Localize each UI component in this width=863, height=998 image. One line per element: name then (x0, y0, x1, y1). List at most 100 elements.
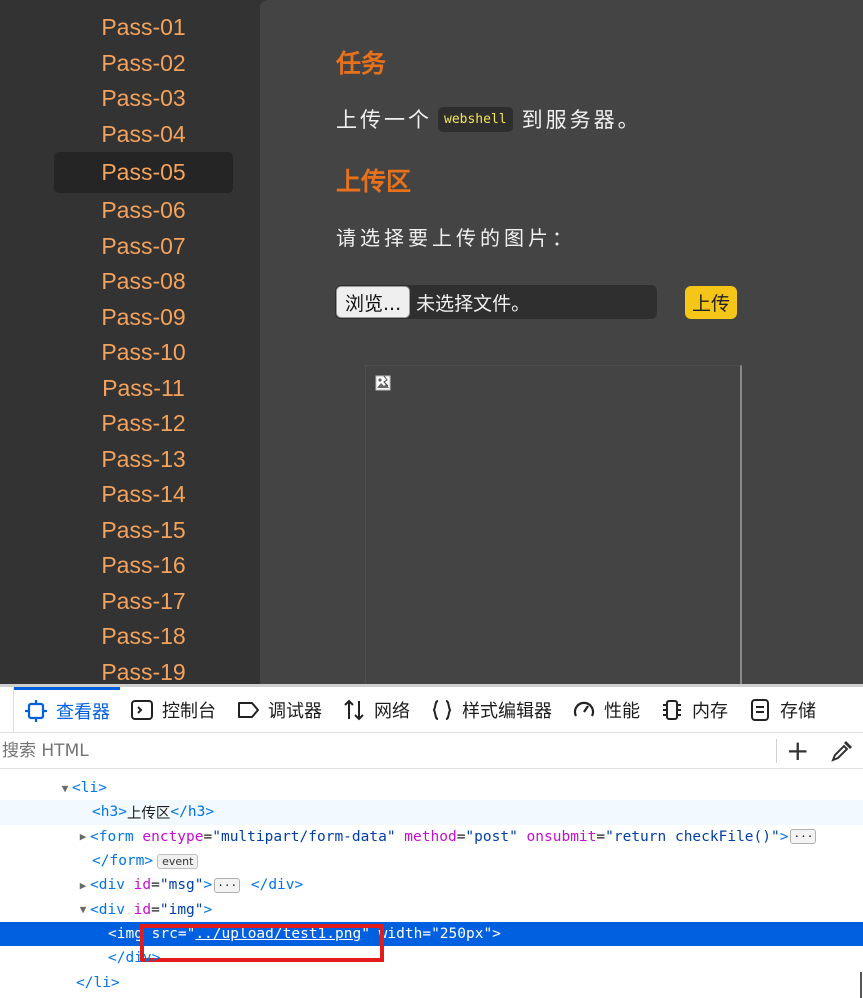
network-icon (344, 699, 364, 720)
tab-label: 内存 (692, 700, 728, 722)
img-val-width: "250px" (431, 925, 493, 942)
sidebar-item-pass-04[interactable]: Pass-04 (54, 117, 233, 153)
tab-storage[interactable]: 存储 (738, 687, 826, 733)
sidebar-item-pass-19[interactable]: Pass-19 (54, 655, 233, 684)
equals-sign: = (203, 828, 213, 845)
sidebar-item-pass-10[interactable]: Pass-10 (54, 335, 233, 371)
markup-row-form-close[interactable]: </form> event (0, 849, 863, 873)
tag-end: > (203, 901, 213, 918)
tab-debugger[interactable]: 调试器 (226, 687, 332, 733)
form-attr-enctype: enctype (142, 828, 204, 845)
search-html-input[interactable] (0, 734, 760, 767)
sidebar-item-pass-14[interactable]: Pass-14 (54, 477, 233, 513)
expanded-twisty-icon[interactable]: ▼ (76, 903, 90, 916)
collapsed-twisty-icon[interactable]: ▶ (76, 879, 90, 892)
equals-sign: = (456, 828, 466, 845)
tag-end: > (779, 828, 789, 845)
tag-end: > (492, 925, 501, 942)
div-close-tag: </div> (250, 877, 304, 894)
tab-console[interactable]: 控制台 (120, 687, 226, 733)
uploaded-image-container (365, 365, 742, 684)
toolbar-separator (776, 739, 777, 763)
main-content: 任务 上传一个 webshell 到服务器。 上传区 请选择要上传的图片： 浏览… (260, 0, 863, 684)
tab-label: 性能 (604, 700, 640, 722)
markup-row-h3[interactable]: <h3> 上传区 </h3> (0, 800, 863, 825)
sidebar-item-pass-17[interactable]: Pass-17 (54, 584, 233, 620)
img-attr-width: width (378, 925, 423, 942)
tab-network[interactable]: 网络 (332, 687, 420, 733)
sidebar-item-pass-07[interactable]: Pass-07 (54, 229, 233, 265)
img-attr-src: src (151, 925, 178, 942)
li-open-tag: <li> (72, 780, 107, 797)
devtools-panel: 查看器 控制台 调试器 网络 样式编辑器 性能 内存 存储 搜索 HTML + … (0, 684, 863, 998)
tab-edge (0, 686, 14, 733)
sidebar-item-pass-03[interactable]: Pass-03 (54, 81, 233, 117)
form-open-tag: <form (90, 828, 134, 845)
sidebar-item-pass-12[interactable]: Pass-12 (54, 406, 233, 442)
img-val-src: "../upload/test1.png" (186, 925, 370, 942)
upload-button[interactable]: 上传 (685, 286, 737, 319)
collapsed-twisty-icon[interactable]: ▶ (76, 830, 90, 843)
sidebar-item-pass-01[interactable]: Pass-01 (54, 10, 233, 46)
sidebar-item-pass-09[interactable]: Pass-09 (54, 300, 233, 336)
div-attr-id: id (133, 877, 152, 894)
sidebar-item-pass-15[interactable]: Pass-15 (54, 513, 233, 549)
img-src-link[interactable]: ../upload/test1.png (195, 926, 361, 942)
div-val-img: "img" (159, 901, 204, 918)
webpage-viewport: Pass-01 Pass-02 Pass-03 Pass-04 Pass-05 Pass-… (0, 0, 863, 684)
form-val-onsubmit: "return checkFile()" (605, 828, 780, 845)
sidebar-item-pass-11[interactable]: Pass-11 (54, 371, 233, 407)
expanded-twisty-icon[interactable]: ▼ (58, 782, 72, 795)
markup-row-div-close[interactable]: </div> (0, 946, 863, 970)
file-input[interactable]: 浏览... 未选择文件。 (335, 285, 657, 319)
sidebar-item-pass-06[interactable]: Pass-06 (54, 193, 233, 229)
div-open-tag: <div (90, 901, 125, 918)
memory-icon (663, 699, 681, 720)
tab-label: 控制台 (162, 700, 216, 722)
equals-sign: = (422, 925, 432, 942)
sidebar-item-pass-02[interactable]: Pass-02 (54, 46, 233, 82)
plus-icon[interactable]: + (786, 737, 809, 765)
sidebar-item-pass-05[interactable]: Pass-05 (54, 152, 233, 193)
tab-label: 网络 (374, 700, 410, 722)
equals-sign: = (151, 877, 160, 894)
form-attr-method: method (404, 828, 457, 845)
sidebar-item-pass-08[interactable]: Pass-08 (54, 264, 233, 300)
browse-button[interactable]: 浏览... (336, 286, 411, 318)
broken-image-icon (375, 375, 391, 391)
task-code: webshell (438, 106, 513, 132)
div-attr-id: id (133, 901, 152, 918)
expand-ellipsis-button[interactable]: ··· (790, 829, 817, 845)
tab-label: 样式编辑器 (462, 700, 552, 722)
tab-style-editor[interactable]: 样式编辑器 (420, 687, 562, 733)
event-badge[interactable]: event (157, 853, 199, 869)
sidebar-item-pass-13[interactable]: Pass-13 (54, 442, 233, 478)
file-status: 未选择文件。 (416, 292, 531, 315)
equals-sign: = (151, 901, 160, 918)
tab-inspector[interactable]: 查看器 (14, 686, 120, 733)
markup-row-img-selected[interactable]: <img src = "../upload/test1.png" width = "25… (0, 921, 863, 962)
markup-row-div-img[interactable]: ▼ <div id = "img" > (0, 897, 863, 921)
debugger-icon (238, 701, 259, 718)
markup-row-form[interactable]: ▶ <form enctype = "multipart/form-data" me… (0, 825, 863, 849)
div-val-msg: "msg" (159, 877, 204, 894)
tab-label: 存储 (780, 700, 816, 722)
sidebar-item-pass-18[interactable]: Pass-18 (54, 619, 233, 655)
li-close-tag: </li> (76, 974, 120, 991)
tab-performance[interactable]: 性能 (562, 687, 650, 733)
expand-ellipsis-button[interactable]: ··· (214, 877, 241, 893)
scrollbar[interactable] (860, 972, 862, 998)
markup-row-li[interactable]: ▼ <li> (0, 776, 863, 800)
markup-row-li-close[interactable]: </li> (0, 970, 863, 994)
div-close-tag: </div> (108, 950, 161, 967)
eyedropper-icon[interactable] (830, 739, 854, 763)
sidebar-item-pass-16[interactable]: Pass-16 (54, 548, 233, 584)
equals-sign: = (177, 925, 187, 942)
upload-heading: 上传区 (336, 168, 412, 196)
markup-row-div-msg[interactable]: ▶ <div id = "msg" > ··· </div> (0, 873, 863, 897)
tag-end: > (203, 877, 213, 894)
task-text-before: 上传一个 (336, 108, 432, 132)
task-text-after: 到服务器。 (521, 108, 642, 132)
tab-memory[interactable]: 内存 (650, 687, 738, 733)
tab-label: 查看器 (56, 702, 110, 723)
